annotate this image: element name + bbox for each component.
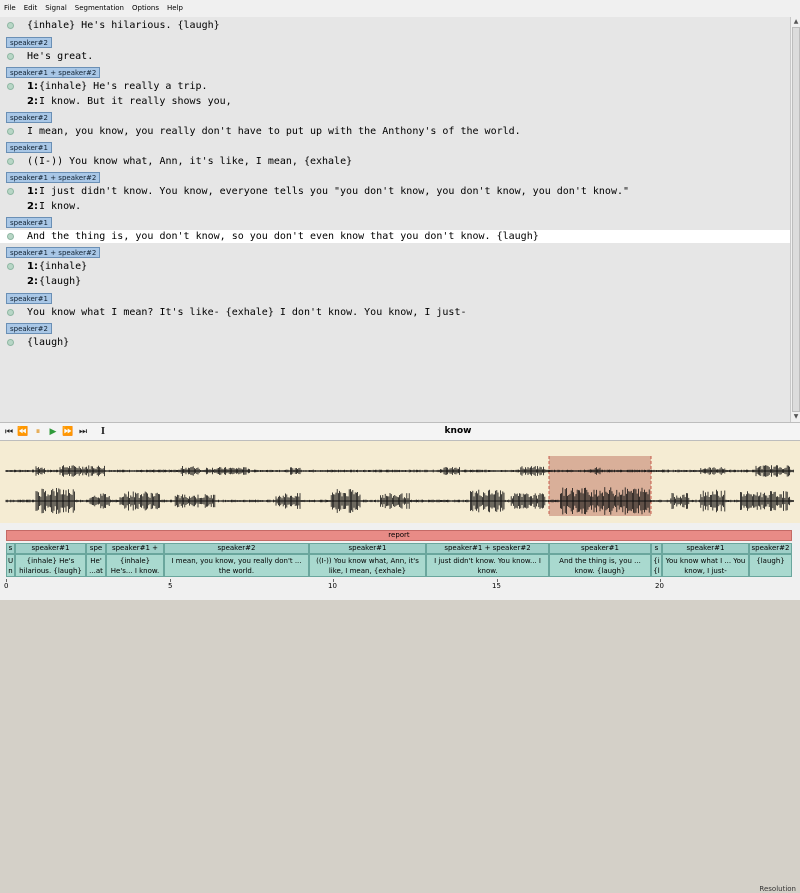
line-text[interactable]: And the thing is, you don't know, so you… [27,230,539,243]
vertical-scrollbar[interactable]: ▲ ▼ [790,17,800,422]
turn-marker-icon[interactable] [7,339,14,346]
speaker-tag[interactable]: speaker#1 + speaker#2 [6,247,101,258]
transcript-line[interactable]: {inhale} He's hilarious. {laugh} [0,19,790,32]
menu-segmentation[interactable]: Segmentation [71,0,128,17]
segment-text[interactable]: He' ...at [86,554,106,577]
segment-text[interactable]: U n [6,554,15,577]
timeline-tick-label: 20 [655,582,664,590]
turn-marker-icon[interactable] [7,53,14,60]
timeline-ruler[interactable]: 0 5 10 15 20 [0,579,800,593]
segment-text[interactable]: I mean, you know, you really don't ... t… [164,554,309,577]
turn-marker-icon[interactable] [7,188,14,195]
overlap-number: 1: [27,81,38,92]
segment-text[interactable]: {inhale} He's... I know. But it... [106,554,164,577]
segment-text[interactable]: ((I-)) You know what, Ann, it's like, I … [309,554,426,577]
transcript-panel[interactable]: {inhale} He's hilarious. {laugh} speaker… [0,17,791,422]
segment-header[interactable]: speaker#2 [164,543,309,554]
timeline-tick-label: 10 [328,582,337,590]
overlap-number: 2: [27,276,38,287]
speaker-tag[interactable]: speaker#2 [6,37,52,48]
transcript-line[interactable]: He's great. [0,50,790,63]
playback-toolbar: ⏮ ⏪ ⏸ ▶ ⏩ ⏭ I know [0,422,800,441]
speaker-tag[interactable]: speaker#1 [6,293,52,304]
transcript-line[interactable]: 1: {inhale} [0,260,790,273]
turn-marker-icon[interactable] [7,158,14,165]
segment-header[interactable]: speaker#1 [309,543,426,554]
segment-text[interactable]: You know what I ... You know, I just- [662,554,749,577]
scroll-up-icon[interactable]: ▲ [792,18,800,26]
transcript-line[interactable]: {laugh} [0,336,790,349]
segment-text[interactable]: I just didn't know. You know... I know. [426,554,549,577]
transcript-line[interactable]: I mean, you know, you really don't have … [0,125,790,138]
report-tier[interactable]: report [6,530,792,541]
line-text[interactable]: {laugh} [27,336,69,349]
overlap-number: 1: [27,261,38,272]
transcript-line[interactable]: You know what I mean? It's like- {exhale… [0,306,790,319]
menu-help[interactable]: Help [163,0,187,17]
segment-header[interactable]: speaker#1 + speaker#2 [426,543,549,554]
turn-marker-icon[interactable] [7,83,14,90]
scroll-down-icon[interactable]: ▼ [792,413,800,421]
menu-signal[interactable]: Signal [41,0,71,17]
segment-header[interactable]: speaker#1 [549,543,651,554]
overlap-number: 1: [27,186,38,197]
overlap-number: 2: [27,201,38,212]
turn-marker-icon[interactable] [7,128,14,135]
current-word-label: know [444,426,472,436]
line-text[interactable]: {inhale} [39,260,87,273]
line-text[interactable]: He's great. [27,50,93,63]
line-text[interactable]: I know. [39,200,81,213]
menu-file[interactable]: File [0,0,20,17]
segment-header[interactable]: spe [86,543,106,554]
speaker-tag[interactable]: speaker#1 [6,142,52,153]
menu-edit[interactable]: Edit [20,0,42,17]
annotation-panel[interactable]: report s U n speaker#1 {inhale} He's hil… [0,523,800,600]
overlap-number: 2: [27,96,38,107]
timeline-tick-label: 15 [492,582,501,590]
line-text[interactable]: I know. But it really shows you, [39,95,232,108]
transcript-line-selected[interactable]: And the thing is, you don't know, so you… [0,230,790,243]
speaker-tag[interactable]: speaker#1 + speaker#2 [6,172,101,183]
menu-bar: File Edit Signal Segmentation Options He… [0,0,800,18]
segment-text[interactable]: {inhale} He's hilarious. {laugh} [15,554,86,577]
transcript-line[interactable]: 1: I just didn't know. You know, everyon… [0,185,790,198]
segment-header[interactable]: s [6,543,15,554]
line-text[interactable]: {laugh} [39,275,81,288]
speaker-tag[interactable]: speaker#2 [6,112,52,123]
segment-header[interactable]: speaker#1 [15,543,86,554]
segment-header[interactable]: speaker#2 [749,543,792,554]
turn-marker-icon[interactable] [7,309,14,316]
segment-header[interactable]: speaker#1 [662,543,749,554]
line-text[interactable]: I just didn't know. You know, everyone t… [39,185,629,198]
transcript-line[interactable]: ((I-)) You know what, Ann, it's like, I … [0,155,790,168]
line-text[interactable]: I mean, you know, you really don't have … [27,125,521,138]
line-text[interactable]: ((I-)) You know what, Ann, it's like, I … [27,155,352,168]
speaker-tag[interactable]: speaker#1 + speaker#2 [6,67,101,78]
timeline-tick-label: 0 [4,582,9,590]
speaker-tag[interactable]: speaker#2 [6,323,52,334]
segment-text[interactable]: {laugh} [749,554,792,577]
line-text[interactable]: {inhale} He's hilarious. {laugh} [27,19,220,32]
segment-text[interactable]: {i {l [651,554,662,577]
line-text[interactable]: You know what I mean? It's like- {exhale… [27,306,467,319]
turn-marker-icon[interactable] [7,22,14,29]
transcript-line[interactable]: 2: {laugh} [0,275,790,288]
scrollbar-thumb[interactable] [792,27,800,412]
resolution-label: Resolution [759,885,796,893]
waveform-svg[interactable] [0,441,800,523]
timeline-tick-label: 5 [168,582,173,590]
turn-marker-icon[interactable] [7,263,14,270]
segment-text[interactable]: And the thing is, you ... know. {laugh} [549,554,651,577]
segment-header[interactable]: s [651,543,662,554]
speaker-tag[interactable]: speaker#1 [6,217,52,228]
transcript-line[interactable]: 2: I know. [0,200,790,213]
waveform-panel[interactable]: Resolution [0,441,800,893]
line-text[interactable]: {inhale} He's really a trip. [39,80,208,93]
transcript-line[interactable]: 2: I know. But it really shows you, [0,95,790,108]
segment-header[interactable]: speaker#1 + [106,543,164,554]
turn-marker-icon[interactable] [7,233,14,240]
transcript-line[interactable]: 1: {inhale} He's really a trip. [0,80,790,93]
menu-options[interactable]: Options [128,0,163,17]
